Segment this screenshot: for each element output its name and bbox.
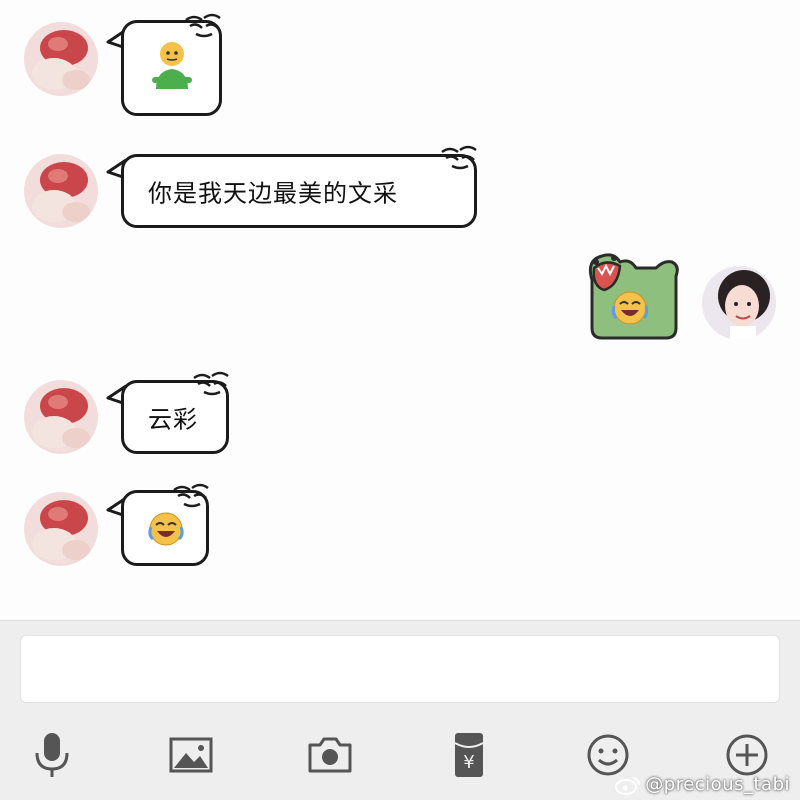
doodle-eyes-icon: [185, 13, 221, 38]
friend-avatar[interactable]: [24, 380, 98, 454]
message-friend-text: 你是我天边最美的文采: [0, 140, 800, 240]
message-list[interactable]: 你是我天边最美的文采 云彩: [0, 0, 800, 620]
doodle-eyes-icon: [441, 145, 477, 170]
tears-of-joy-emoji: [148, 512, 184, 546]
green-monster-laughing-sticker[interactable]: [580, 250, 684, 342]
message-friend-emoji-laugh: [0, 478, 800, 578]
composer-panel: ¥ @precious_tabi: [0, 620, 800, 800]
message-friend-emoji-person: [0, 0, 800, 130]
message-bubble[interactable]: 你是我天边最美的文采: [121, 154, 477, 228]
microphone-icon[interactable]: [24, 727, 80, 783]
friend-avatar[interactable]: [24, 154, 98, 228]
my-avatar[interactable]: [702, 266, 776, 340]
doodle-eyes-icon: [193, 371, 229, 396]
doodle-eyes-icon: [173, 483, 209, 508]
friend-avatar[interactable]: [24, 492, 98, 566]
svg-text:¥: ¥: [463, 752, 474, 773]
image-icon[interactable]: [163, 727, 219, 783]
message-text: 云彩: [148, 405, 198, 434]
standing-person-emoji: [152, 42, 192, 89]
watermark-text: @precious_tabi: [645, 774, 790, 795]
message-text: 你是我天边最美的文采: [148, 179, 398, 208]
watermark: @precious_tabi: [615, 774, 790, 795]
friend-avatar[interactable]: [24, 22, 98, 96]
message-input[interactable]: [20, 635, 780, 703]
message-friend-text: 云彩: [0, 366, 800, 466]
camera-icon[interactable]: [302, 727, 358, 783]
chat-screen: 你是我天边最美的文采 云彩 ¥ @precious_tabi: [0, 0, 800, 800]
red-packet-icon[interactable]: ¥: [441, 727, 497, 783]
weibo-icon: [615, 777, 641, 795]
message-me-sticker: [0, 250, 800, 360]
